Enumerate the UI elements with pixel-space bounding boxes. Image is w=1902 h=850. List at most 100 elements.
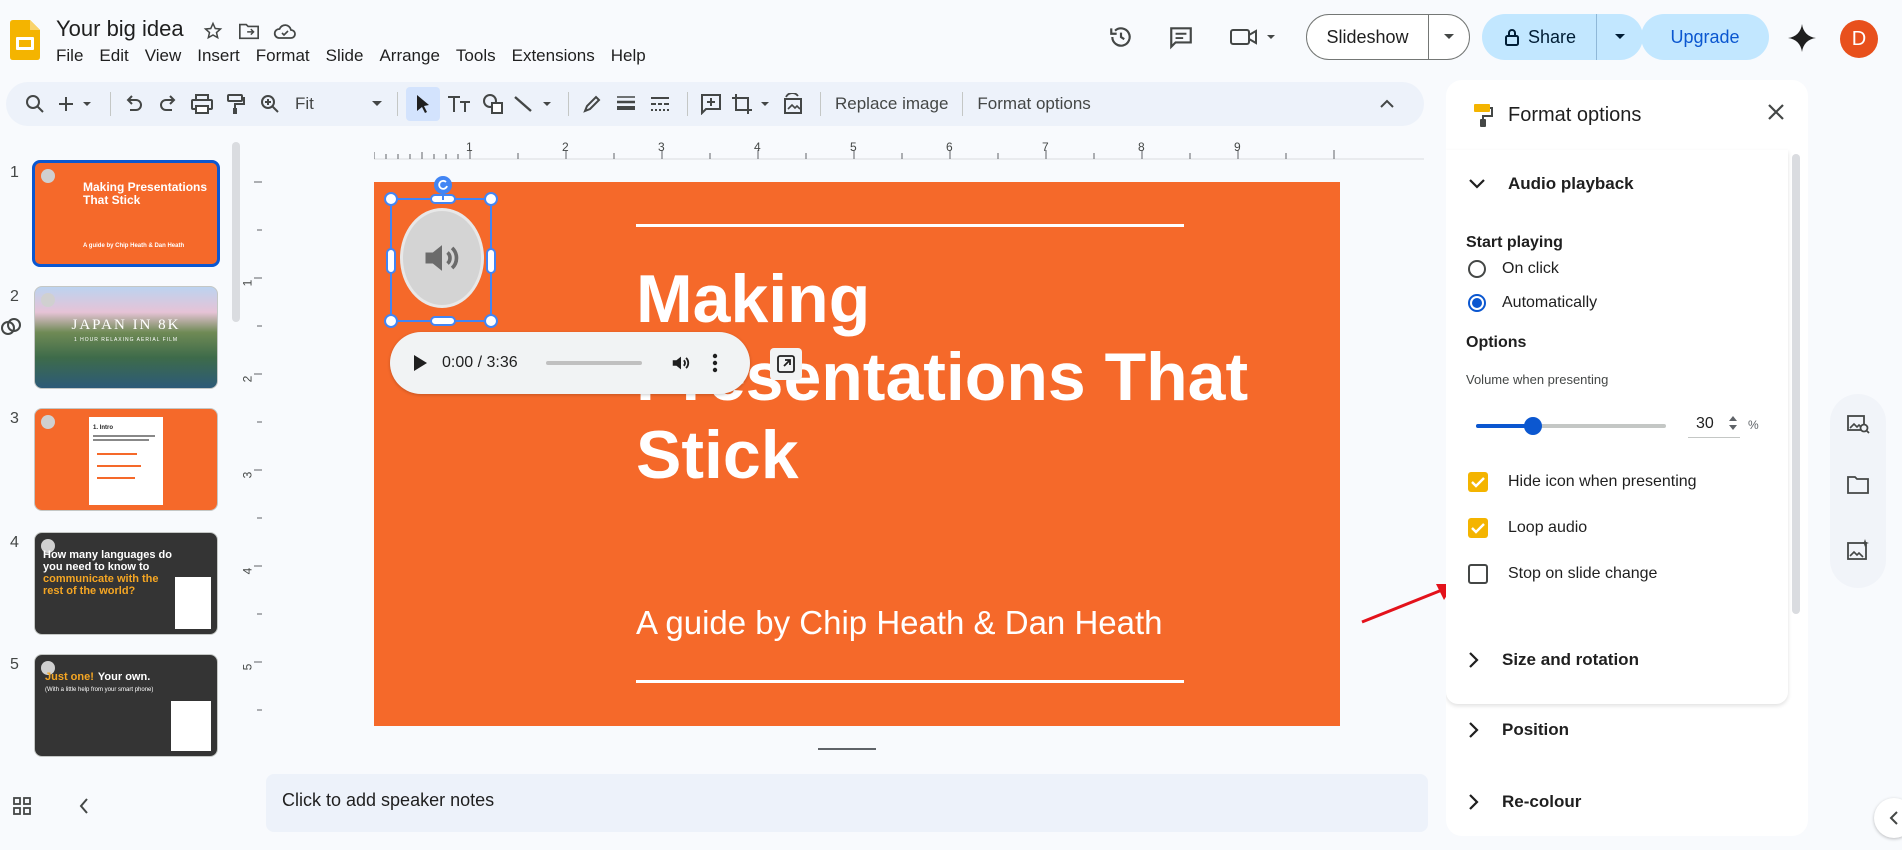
- image-search-icon[interactable]: [1846, 412, 1870, 436]
- speaker-notes[interactable]: Click to add speaker notes: [266, 774, 1428, 832]
- volume-input[interactable]: 30: [1688, 410, 1740, 438]
- size-rotation-header[interactable]: Size and rotation: [1468, 650, 1639, 670]
- more-options-icon[interactable]: [712, 353, 718, 373]
- resize-handle[interactable]: [484, 192, 498, 206]
- slideshow-dropdown-icon[interactable]: [1429, 33, 1469, 41]
- stop-on-slide-change-checkbox[interactable]: [1468, 564, 1488, 584]
- zoom-icon[interactable]: [255, 87, 285, 121]
- gemini-sparkle-icon[interactable]: [1786, 22, 1818, 54]
- document-title[interactable]: Your big idea: [56, 16, 184, 42]
- audio-object-selection[interactable]: [384, 176, 498, 328]
- grid-view-icon[interactable]: [12, 796, 32, 816]
- select-cursor-icon[interactable]: [406, 87, 440, 121]
- cloud-status-icon[interactable]: [272, 18, 298, 44]
- slide-thumbnail-3[interactable]: 1. Intro: [34, 408, 218, 511]
- volume-icon[interactable]: [670, 352, 692, 374]
- recolour-header[interactable]: Re-colour: [1468, 792, 1581, 812]
- border-weight-icon[interactable]: [611, 87, 641, 121]
- border-dash-icon[interactable]: [645, 87, 675, 121]
- collapse-side-panel-icon[interactable]: [1874, 798, 1902, 838]
- speaker-icon: [41, 169, 55, 183]
- slide-canvas[interactable]: Making Presentations That Stick A guide …: [374, 182, 1340, 726]
- notes-resize-handle[interactable]: [818, 748, 876, 750]
- audio-speaker-icon[interactable]: [400, 208, 484, 308]
- avatar[interactable]: D: [1840, 20, 1878, 58]
- radio-on-click[interactable]: On click: [1468, 260, 1559, 278]
- slide-thumbnail-4[interactable]: How many languages do you need to know t…: [34, 532, 218, 635]
- stepper-icon[interactable]: [1728, 414, 1738, 432]
- position-header[interactable]: Position: [1468, 720, 1569, 740]
- crop-icon[interactable]: [730, 87, 774, 121]
- collapse-toolbar-icon[interactable]: [1372, 87, 1402, 121]
- resize-handle[interactable]: [430, 316, 456, 326]
- menu-format[interactable]: Format: [248, 46, 318, 66]
- slide-thumbnail-5[interactable]: Just one! Your own. (With a little help …: [34, 654, 218, 757]
- radio-automatically[interactable]: Automatically: [1468, 294, 1597, 312]
- hide-icon-option[interactable]: Hide icon when presenting: [1468, 472, 1697, 492]
- folder-icon[interactable]: [1846, 474, 1870, 496]
- menu-edit[interactable]: Edit: [91, 46, 136, 66]
- redo-icon[interactable]: [153, 87, 183, 121]
- menu-arrange[interactable]: Arrange: [371, 46, 447, 66]
- replace-image-button[interactable]: Replace image: [829, 94, 954, 114]
- audio-playback-header[interactable]: Audio playback: [1468, 174, 1634, 194]
- share-main[interactable]: Share: [1482, 14, 1597, 60]
- volume-slider[interactable]: [1476, 417, 1666, 435]
- new-slide-icon[interactable]: [54, 87, 98, 121]
- slide-thumbnail-2[interactable]: JAPAN IN 8K 1 HOUR RELAXING AERIAL FILM: [34, 286, 218, 389]
- add-sparkle-image-icon[interactable]: [1846, 538, 1870, 562]
- loop-audio-option[interactable]: Loop audio: [1468, 518, 1587, 538]
- menu-tools[interactable]: Tools: [448, 46, 504, 66]
- panel-scrollbar[interactable]: [1792, 154, 1800, 614]
- add-comment-icon[interactable]: [696, 87, 726, 121]
- resize-handle[interactable]: [384, 192, 398, 206]
- star-icon[interactable]: [200, 18, 226, 44]
- radio-on-click-control[interactable]: [1468, 260, 1486, 278]
- resize-handle[interactable]: [486, 248, 496, 274]
- resize-handle[interactable]: [386, 248, 396, 274]
- resize-handle[interactable]: [384, 314, 398, 328]
- share-dropdown-icon[interactable]: [1597, 33, 1643, 41]
- hide-icon-checkbox[interactable]: [1468, 472, 1488, 492]
- slideshow-button[interactable]: Slideshow: [1306, 14, 1470, 60]
- slide-thumbnail-1[interactable]: Making Presentations That Stick A guide …: [32, 160, 220, 267]
- menu-file[interactable]: File: [48, 46, 91, 66]
- close-icon[interactable]: [1766, 102, 1786, 122]
- format-options-button[interactable]: Format options: [971, 94, 1096, 114]
- reset-image-icon[interactable]: [778, 87, 808, 121]
- print-icon[interactable]: [187, 87, 217, 121]
- open-external-icon[interactable]: [770, 348, 802, 380]
- version-history-icon[interactable]: [1104, 20, 1138, 54]
- loop-audio-checkbox[interactable]: [1468, 518, 1488, 538]
- undo-icon[interactable]: [119, 87, 149, 121]
- menu-view[interactable]: View: [137, 46, 190, 66]
- text-box-icon[interactable]: [444, 87, 474, 121]
- meet-icon[interactable]: [1226, 20, 1282, 54]
- seek-bar[interactable]: [546, 361, 642, 365]
- slides-logo-icon[interactable]: [10, 20, 40, 60]
- border-color-icon[interactable]: [577, 87, 607, 121]
- comments-icon[interactable]: [1164, 20, 1198, 54]
- slide-subtitle[interactable]: A guide by Chip Heath & Dan Heath: [636, 604, 1163, 642]
- zoom-select[interactable]: Fit: [289, 94, 389, 114]
- menu-insert[interactable]: Insert: [189, 46, 248, 66]
- menu-extensions[interactable]: Extensions: [504, 46, 603, 66]
- resize-handle[interactable]: [484, 314, 498, 328]
- shape-icon[interactable]: [478, 87, 508, 121]
- volume-slider-knob[interactable]: [1524, 417, 1542, 435]
- share-button[interactable]: Share: [1482, 14, 1643, 60]
- menu-help[interactable]: Help: [603, 46, 654, 66]
- audio-player[interactable]: 0:00 / 3:36: [390, 332, 750, 394]
- line-icon[interactable]: [512, 87, 556, 121]
- paint-format-icon[interactable]: [221, 87, 251, 121]
- radio-automatically-control[interactable]: [1468, 294, 1486, 312]
- upgrade-button[interactable]: Upgrade: [1641, 14, 1769, 60]
- menu-slide[interactable]: Slide: [318, 46, 372, 66]
- play-icon[interactable]: [412, 354, 428, 372]
- collapse-filmstrip-icon[interactable]: [78, 796, 90, 816]
- slideshow-label[interactable]: Slideshow: [1307, 15, 1429, 59]
- filmstrip-scrollbar[interactable]: [232, 142, 240, 322]
- search-menus-icon[interactable]: [20, 87, 50, 121]
- move-folder-icon[interactable]: [236, 18, 262, 44]
- stop-on-slide-change-option[interactable]: Stop on slide change: [1468, 564, 1657, 584]
